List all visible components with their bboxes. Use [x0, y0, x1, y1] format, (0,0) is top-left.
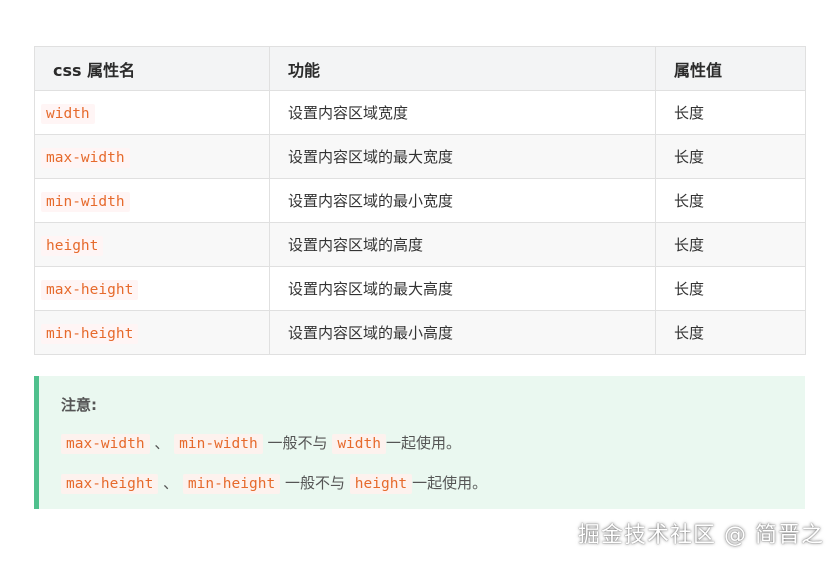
css-property-table-container: css 属性名 功能 属性值 width 设置内容区域宽度 长度 max-wid…	[34, 46, 806, 355]
property-code: min-width	[41, 191, 130, 212]
inline-code: max-width	[61, 434, 150, 454]
inline-code: max-height	[61, 474, 159, 494]
tip-callout: 注意: max-width 、 min-width 一般不与 width 一起使用…	[34, 376, 805, 509]
separator-text: 、	[154, 434, 170, 452]
tip-text: 一般不与	[284, 474, 345, 492]
header-value: 属性值	[655, 46, 806, 91]
value-cell: 长度	[655, 90, 806, 135]
property-cell: width	[34, 90, 270, 135]
css-property-table: css 属性名 功能 属性值 width 设置内容区域宽度 长度 max-wid…	[34, 46, 806, 355]
table-body: width 设置内容区域宽度 长度 max-width 设置内容区域的最大宽度 …	[34, 90, 806, 355]
function-cell: 设置内容区域的最小高度	[269, 310, 656, 355]
watermark: 掘金技术社区 @ 简晋之	[578, 523, 824, 548]
tip-title: 注意:	[61, 396, 97, 414]
property-code: max-height	[41, 279, 139, 300]
table-row: min-height 设置内容区域的最小高度 长度	[34, 310, 806, 355]
property-code: min-height	[41, 323, 139, 344]
header-function: 功能	[269, 46, 656, 91]
property-cell: min-width	[34, 178, 270, 223]
property-cell: height	[34, 222, 270, 267]
tip-text: 一起使用。	[385, 434, 461, 452]
table-row: max-height 设置内容区域的最大高度 长度	[34, 266, 806, 311]
inline-code: min-height	[182, 474, 281, 494]
separator-text: 、	[163, 474, 179, 492]
tip-line-height: max-height 、 min-height 一般不与 height 一起使用。	[61, 472, 488, 494]
value-cell: 长度	[655, 134, 806, 179]
header-property-name: css 属性名	[34, 46, 270, 91]
value-cell: 长度	[655, 310, 806, 355]
property-cell: max-width	[34, 134, 270, 179]
inline-code: height	[349, 474, 413, 494]
tip-text: 一般不与	[267, 434, 328, 452]
function-cell: 设置内容区域的最大高度	[269, 266, 656, 311]
value-cell: 长度	[655, 266, 806, 311]
table-row: max-width 设置内容区域的最大宽度 长度	[34, 134, 806, 179]
tip-line-width: max-width 、 min-width 一般不与 width 一起使用。	[61, 432, 461, 454]
table-header: css 属性名 功能 属性值	[34, 46, 806, 91]
function-cell: 设置内容区域宽度	[269, 90, 656, 135]
tip-text: 一起使用。	[412, 474, 488, 492]
function-cell: 设置内容区域的最小宽度	[269, 178, 656, 223]
property-code: max-width	[41, 147, 130, 168]
value-cell: 长度	[655, 222, 806, 267]
property-cell: max-height	[34, 266, 270, 311]
function-cell: 设置内容区域的最大宽度	[269, 134, 656, 179]
property-cell: min-height	[34, 310, 270, 355]
function-cell: 设置内容区域的高度	[269, 222, 656, 267]
table-header-row: css 属性名 功能 属性值	[34, 46, 806, 91]
value-cell: 长度	[655, 178, 806, 223]
inline-code: width	[332, 434, 386, 454]
property-code: width	[41, 103, 95, 124]
table-row: width 设置内容区域宽度 长度	[34, 90, 806, 135]
inline-code: min-width	[174, 434, 263, 454]
table-row: min-width 设置内容区域的最小宽度 长度	[34, 178, 806, 223]
table-row: height 设置内容区域的高度 长度	[34, 222, 806, 267]
property-code: height	[41, 235, 104, 256]
